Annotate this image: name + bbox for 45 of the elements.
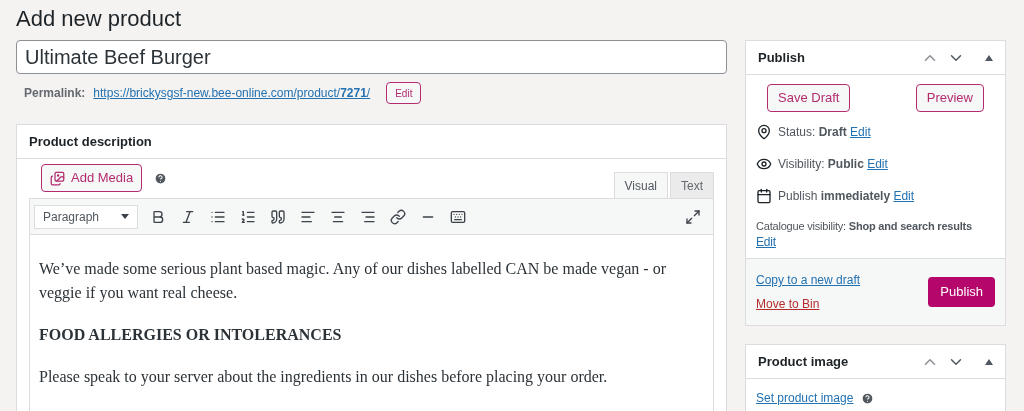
permalink-label: Permalink:	[24, 85, 86, 102]
edit-link[interactable]: Edit	[850, 125, 871, 139]
publish-info: Visibility: Public Edit	[778, 156, 888, 173]
link-icon[interactable]	[390, 208, 406, 225]
edit-button[interactable]: Edit	[386, 82, 422, 104]
panel-title: Product description	[29, 132, 152, 151]
publish-info: Catalogue visibility: Shop and search results Edit	[756, 219, 973, 250]
publish-info: Publish immediately Edit	[778, 188, 915, 205]
numbered-list-icon[interactable]	[240, 208, 256, 225]
help-icon[interactable]	[861, 391, 875, 405]
editor-heading: FOOD ALLERGIES OR INTOLERANCES	[39, 325, 343, 345]
pin-icon	[756, 124, 772, 140]
collapse-icon[interactable]	[985, 54, 993, 61]
bold-icon[interactable]	[150, 208, 166, 225]
dropdown-caret-icon	[121, 214, 129, 219]
edit-link[interactable]: Edit	[893, 189, 915, 203]
set-image-link[interactable]: Set product image	[756, 389, 854, 407]
calendar-icon	[756, 188, 772, 204]
permalink-link[interactable]: https://brickysgsf-new.bee-online.com/product/7271/	[93, 84, 371, 102]
title-field[interactable]: Ultimate Beef Burger	[16, 40, 727, 74]
fullscreen-icon[interactable]	[685, 208, 701, 225]
italic-icon[interactable]	[180, 208, 196, 225]
editor-tab[interactable]: Text	[670, 172, 714, 198]
publish-info: Status: Draft Edit	[778, 124, 871, 141]
panel-title: Product image	[758, 352, 849, 371]
edit-link[interactable]: Edit	[756, 235, 776, 249]
editor-paragraph: We’ve made some serious plant based magic. Any of our dishes labelled CAN be made vegan - or veggie if you want real cheese.	[39, 259, 667, 304]
help-icon[interactable]	[154, 172, 168, 185]
publish-button[interactable]: Publish	[928, 277, 995, 307]
move-to-bin-link[interactable]: Move to Bin	[756, 295, 861, 313]
editor-paragraph: Please speak to your server about the ingredients in our dishes before placing your order.	[39, 367, 609, 388]
eye-icon	[756, 156, 772, 172]
panel-title: Publish	[758, 48, 805, 67]
save-draft-button[interactable]: Save Draft	[767, 84, 851, 112]
editor-tab[interactable]: Visual	[613, 172, 668, 198]
keyboard-icon[interactable]	[450, 208, 466, 225]
preview-button[interactable]: Preview	[915, 84, 984, 112]
edit-link[interactable]: Edit	[867, 157, 888, 171]
add-media-button[interactable]: Add Media	[41, 164, 143, 192]
quote-icon[interactable]	[270, 208, 286, 225]
format-select[interactable]: Paragraph	[34, 204, 138, 229]
page-title: Add new product	[16, 5, 183, 33]
copy-draft-link[interactable]: Copy to a new draft	[756, 271, 861, 289]
collapse-icon[interactable]	[985, 358, 993, 365]
media-icon	[50, 170, 65, 186]
